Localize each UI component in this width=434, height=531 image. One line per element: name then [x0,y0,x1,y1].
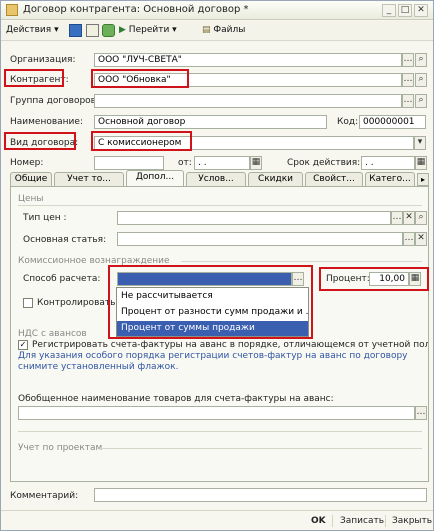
tab-general[interactable]: Общие [10,172,52,186]
projects-section-title: Учет по проектам [18,443,103,453]
window-icon [6,4,18,16]
files-button[interactable]: ▤ Файлы [202,25,245,35]
counterparty-search-icon[interactable]: ⌕ [415,73,427,87]
tab-additional[interactable]: Допол... [126,170,184,187]
number-field[interactable] [94,156,164,170]
maximize-button[interactable]: □ [398,4,412,17]
from-calendar-icon[interactable]: ▦ [250,156,262,170]
tab-scroll-right[interactable]: ▸ [417,173,429,186]
goto-label: Перейти [128,25,170,35]
minimize-button[interactable]: _ [382,4,396,17]
from-label: от: [178,158,192,168]
vat-note: Для указания особого порядка регистрации… [18,351,408,372]
from-date-field[interactable]: . . [194,156,250,170]
valid-date-field[interactable]: . . [361,156,415,170]
save-icon[interactable] [69,24,82,37]
organization-select-button[interactable]: … [402,53,414,67]
valid-calendar-icon[interactable]: ▦ [415,156,427,170]
calc-method-highlight [108,265,313,339]
actions-menu[interactable]: Действия ▾ [6,25,59,35]
code-field[interactable]: 000000001 [359,115,426,129]
tab-categories[interactable]: Катего... [365,172,415,186]
generalized-name-field[interactable] [18,406,415,420]
valid-label: Срок действия: [287,158,361,168]
generalized-name-select-button[interactable]: … [415,406,427,420]
tab-properties[interactable]: Свойст... [305,172,363,186]
group-search-icon[interactable]: ⌕ [415,94,427,108]
main-article-select-button[interactable]: … [403,232,415,246]
goto-menu[interactable]: ▶ Перейти ▾ [119,25,177,35]
files-label: Файлы [213,25,246,35]
control-checkbox[interactable] [23,298,33,308]
chevron-down-icon: ▾ [54,25,59,35]
vat-section-title: НДС с авансов [18,329,87,339]
code-label: Код: [337,117,359,127]
counterparty-field-highlight [91,69,189,88]
contract-type-label-highlight [4,132,76,150]
price-type-clear-icon[interactable]: ✕ [403,211,415,225]
vat-separator [18,431,422,432]
commission-separator [181,261,422,262]
calc-method-label: Способ расчета: [23,274,101,284]
main-article-field[interactable] [117,232,403,246]
group-label: Группа договоров: [10,96,100,106]
save-button[interactable]: Записать [340,516,384,526]
group-select-button[interactable]: … [402,94,414,108]
organization-field[interactable]: ООО "ЛУЧ-СВЕТА" [94,53,402,67]
projects-separator [101,448,422,449]
footer-divider [332,515,333,527]
contract-window: Договор контрагента: Основной договор * … [0,0,434,531]
price-type-label: Тип цен : [23,213,67,223]
refresh-icon[interactable] [102,24,115,37]
close-button[interactable]: Закрыть [392,516,432,526]
price-type-search-icon[interactable]: ⌕ [415,211,427,225]
organization-label: Организация: [10,55,76,65]
counterparty-select-button[interactable]: … [402,73,414,87]
name-label: Наименование: [10,117,83,127]
register-checkbox-label[interactable]: Регистрировать счета-фактуры на аванс в … [32,340,428,350]
prices-separator [18,205,422,206]
register-checkbox[interactable]: ✓ [18,340,28,350]
tab-conditions[interactable]: Услов... [186,172,246,186]
goto-arrow-icon: ▶ [119,25,126,35]
group-field[interactable] [94,94,402,108]
footer-separator [1,510,433,511]
tab-discounts[interactable]: Скидки [248,172,303,186]
price-type-field[interactable] [117,211,391,225]
main-article-label: Основная статья: [23,235,107,245]
comment-label: Комментарий: [10,491,79,501]
close-window-button[interactable]: ✕ [414,4,428,17]
title-bar: Договор контрагента: Основной договор * … [1,1,433,20]
chevron-down-icon: ▾ [172,25,177,35]
organization-search-icon[interactable]: ⌕ [415,53,427,67]
contract-type-field-highlight [91,131,192,151]
number-label: Номер: [10,158,44,168]
price-type-select-button[interactable]: … [391,211,403,225]
comment-field[interactable] [94,488,427,502]
name-field[interactable]: Основной договор [94,115,327,129]
copy-icon[interactable] [86,24,99,37]
actions-label: Действия [6,25,52,35]
prices-section-title: Цены [18,194,44,204]
main-article-clear-icon[interactable]: ✕ [415,232,427,246]
ok-button[interactable]: OK [311,516,326,526]
generalized-name-label: Обобщенное наименование товаров для счет… [18,394,334,404]
percent-highlight [319,267,429,291]
footer-divider [385,515,386,527]
tab-goods-accounting[interactable]: Учет то... [54,172,124,186]
window-title: Договор контрагента: Основной договор * [23,4,249,15]
contract-type-dropdown-icon[interactable]: ▾ [414,136,426,150]
files-icon: ▤ [202,25,211,35]
counterparty-highlight [4,69,64,87]
